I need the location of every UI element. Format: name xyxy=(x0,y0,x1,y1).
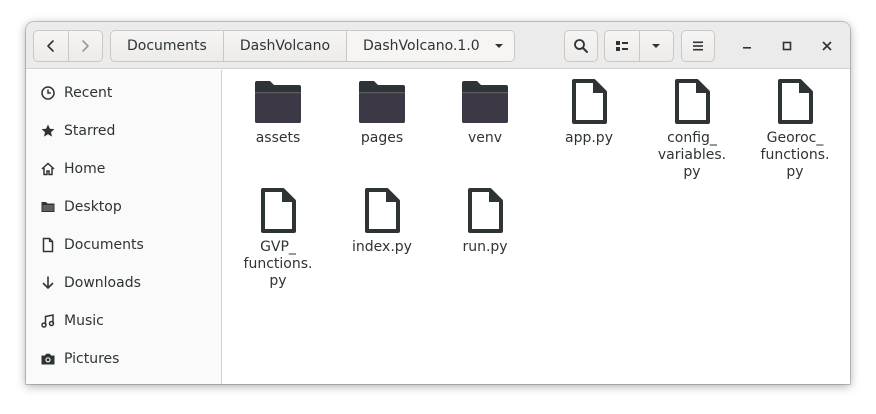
folder-icon xyxy=(354,78,410,126)
sidebar-item-documents[interactable]: Documents xyxy=(26,226,222,264)
breadcrumb-label: DashVolcano.1.0 xyxy=(363,38,480,54)
text-file-icon xyxy=(457,187,513,235)
forward-button[interactable] xyxy=(67,31,102,61)
sidebar-item-label: Starred xyxy=(64,123,116,139)
camera-icon xyxy=(40,351,56,367)
file-item[interactable]: app.py xyxy=(537,78,641,147)
sidebar: Recent Starred Home Desktop Documents Do… xyxy=(26,70,222,384)
breadcrumb: Documents DashVolcano DashVolcano.1.0 xyxy=(110,30,515,62)
folder-item[interactable]: assets xyxy=(226,78,330,147)
file-name: run.py xyxy=(462,239,508,255)
sidebar-item-label: Pictures xyxy=(64,351,120,367)
folder-item[interactable]: venv xyxy=(433,78,537,147)
file-view: assets pages venv app.py config_ variabl… xyxy=(223,70,850,384)
document-icon xyxy=(40,237,56,253)
file-name: GVP_ functions. py xyxy=(243,239,313,289)
file-item[interactable]: Georoc_ functions. py xyxy=(743,78,847,181)
sidebar-item-recent[interactable]: Recent xyxy=(26,74,222,112)
text-file-icon xyxy=(354,187,410,235)
sidebar-item-label: Music xyxy=(64,313,104,329)
chevron-down-icon xyxy=(652,44,661,48)
clock-icon xyxy=(40,85,56,101)
chevron-down-icon xyxy=(494,44,503,48)
view-options-button[interactable] xyxy=(638,31,673,61)
folder-icon xyxy=(457,78,513,126)
hamburger-menu-icon xyxy=(693,41,703,51)
view-toggle-button[interactable] xyxy=(605,31,639,61)
file-item[interactable]: index.py xyxy=(330,187,434,256)
folder-icon xyxy=(40,199,56,215)
download-icon xyxy=(40,275,56,291)
folder-icon xyxy=(250,78,306,126)
home-icon xyxy=(40,161,56,177)
file-name: assets xyxy=(255,130,301,146)
sidebar-item-label: Documents xyxy=(64,237,144,253)
sidebar-item-label: Desktop xyxy=(64,199,122,215)
file-item[interactable]: run.py xyxy=(433,187,537,256)
sidebar-item-home[interactable]: Home xyxy=(26,150,222,188)
sidebar-item-downloads[interactable]: Downloads xyxy=(26,264,222,302)
navigation-buttons xyxy=(33,30,103,62)
file-name: app.py xyxy=(565,130,613,146)
text-file-icon xyxy=(664,78,720,126)
minimize-icon xyxy=(743,47,751,49)
breadcrumb-dashvolcano[interactable]: DashVolcano xyxy=(222,31,346,61)
back-button[interactable] xyxy=(34,31,68,61)
file-name: venv xyxy=(467,130,503,146)
sidebar-item-label: Recent xyxy=(64,85,113,101)
search-icon xyxy=(574,39,588,53)
file-name: index.py xyxy=(352,239,412,255)
menu-button[interactable] xyxy=(681,30,715,62)
minimize-button[interactable] xyxy=(735,34,759,58)
sidebar-item-starred[interactable]: Starred xyxy=(26,112,222,150)
sidebar-item-desktop[interactable]: Desktop xyxy=(26,188,222,226)
star-icon xyxy=(40,123,56,139)
search-button[interactable] xyxy=(564,30,598,62)
maximize-button[interactable] xyxy=(775,34,799,58)
breadcrumb-current-folder[interactable]: DashVolcano.1.0 xyxy=(346,31,514,61)
music-icon xyxy=(40,313,56,329)
sidebar-item-label: Home xyxy=(64,161,106,177)
maximize-icon xyxy=(782,41,792,51)
file-name: config_ variables. py xyxy=(657,130,727,180)
view-buttons xyxy=(604,30,674,62)
sidebar-item-label: Downloads xyxy=(64,275,141,291)
folder-item[interactable]: pages xyxy=(330,78,434,147)
list-view-icon xyxy=(615,41,628,51)
file-item[interactable]: config_ variables. py xyxy=(640,78,744,181)
file-name: Georoc_ functions. py xyxy=(760,130,830,180)
sidebar-item-music[interactable]: Music xyxy=(26,302,222,340)
breadcrumb-label: DashVolcano xyxy=(239,38,331,54)
file-item[interactable]: GVP_ functions. py xyxy=(226,187,330,290)
file-name: pages xyxy=(360,130,404,146)
breadcrumb-documents[interactable]: Documents xyxy=(111,31,223,61)
forward-icon xyxy=(82,40,90,52)
header-bar: Documents DashVolcano DashVolcano.1.0 xyxy=(26,22,850,69)
close-icon xyxy=(822,41,832,51)
file-manager-window: Documents DashVolcano DashVolcano.1.0 Re… xyxy=(26,22,850,384)
breadcrumb-label: Documents xyxy=(127,38,207,54)
text-file-icon xyxy=(767,78,823,126)
sidebar-item-pictures[interactable]: Pictures xyxy=(26,340,222,378)
close-button[interactable] xyxy=(815,34,839,58)
text-file-icon xyxy=(250,187,306,235)
text-file-icon xyxy=(561,78,617,126)
back-icon xyxy=(47,40,54,52)
